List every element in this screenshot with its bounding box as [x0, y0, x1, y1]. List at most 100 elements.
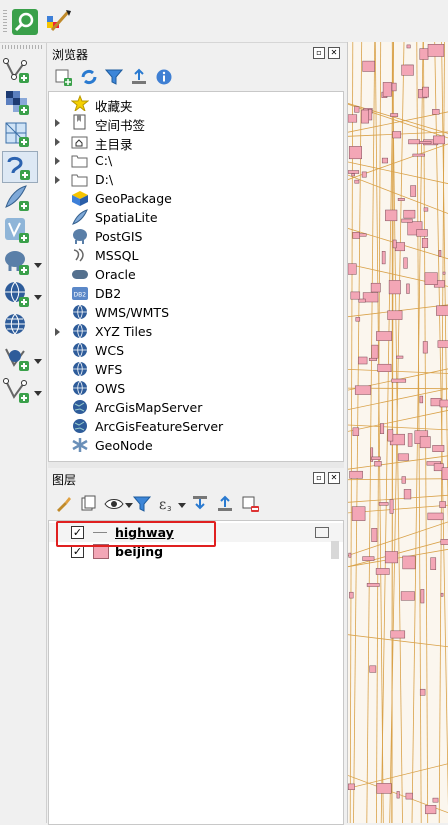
manage-visibility-icon[interactable] — [104, 494, 124, 514]
expand-arrow-icon[interactable] — [55, 176, 60, 184]
building-polygon — [443, 272, 445, 274]
road-line — [350, 42, 353, 823]
svg-text:3: 3 — [167, 505, 171, 513]
chevron-down-icon[interactable] — [34, 263, 42, 268]
building-polygon — [433, 445, 444, 451]
spatial-bookmark-icon — [71, 114, 89, 130]
globe-icon — [71, 304, 89, 320]
add-wfs-layer-icon[interactable] — [2, 311, 36, 341]
add-wcs-layer-icon[interactable] — [2, 343, 36, 373]
building-polygon — [413, 154, 425, 156]
add-delimited-text-layer-icon[interactable] — [2, 151, 38, 183]
layer-indicator-icon[interactable] — [315, 527, 329, 538]
browser-item[interactable]: OWS — [49, 379, 343, 398]
building-polygon — [349, 146, 362, 158]
building-polygon — [356, 317, 360, 321]
browser-item[interactable]: XYZ Tiles — [49, 322, 343, 341]
browser-item[interactable]: WFS — [49, 360, 343, 379]
building-polygon — [425, 805, 436, 814]
browser-item[interactable]: ArcGisMapServer — [49, 398, 343, 417]
layer-visibility-checkbox[interactable]: ✓ — [71, 526, 84, 539]
browser-item[interactable]: DB2DB2 — [49, 284, 343, 303]
browser-item-label: DB2 — [95, 286, 121, 301]
browser-item[interactable]: 主目录 — [49, 132, 343, 151]
chevron-down-icon[interactable] — [34, 391, 42, 396]
browser-item[interactable]: MSSQL — [49, 246, 343, 265]
building-polygon — [372, 345, 378, 358]
add-group-icon[interactable] — [79, 494, 99, 514]
float-panel-button[interactable]: ▫ — [313, 472, 325, 484]
add-virtual-layer-icon[interactable] — [2, 215, 36, 245]
building-polygon — [440, 502, 446, 508]
expand-all-icon[interactable] — [190, 494, 210, 514]
browser-item[interactable]: PostGIS — [49, 227, 343, 246]
collapse-all-icon[interactable] — [129, 67, 149, 87]
close-panel-button[interactable]: ✕ — [328, 47, 340, 59]
building-polygon — [378, 364, 391, 372]
building-polygon — [385, 210, 397, 221]
building-polygon — [407, 45, 410, 48]
building-polygon — [421, 589, 424, 603]
chevron-down-icon[interactable] — [34, 295, 42, 300]
expand-arrow-icon[interactable] — [55, 157, 60, 165]
building-polygon — [420, 49, 428, 60]
scrollbar-thumb[interactable] — [331, 541, 339, 559]
building-polygon — [441, 593, 443, 596]
browser-item[interactable]: WCS — [49, 341, 343, 360]
browser-item[interactable]: SpatiaLite — [49, 208, 343, 227]
add-postgis-layer-icon[interactable] — [2, 247, 36, 277]
browser-item[interactable]: Oracle — [49, 265, 343, 284]
add-mesh-layer-icon[interactable] — [2, 119, 36, 149]
layer-row-highway[interactable]: ✓ highway — [49, 523, 343, 542]
float-panel-button[interactable]: ▫ — [313, 47, 325, 59]
add-raster-layer-icon[interactable] — [2, 87, 36, 117]
browser-item[interactable]: 收藏夹 — [49, 94, 343, 113]
chevron-down-icon[interactable] — [178, 503, 186, 508]
expand-arrow-icon[interactable] — [55, 138, 60, 146]
open-layer-styling-icon[interactable] — [54, 494, 74, 514]
collapse-all-icon[interactable] — [215, 494, 235, 514]
browser-item-label: Oracle — [95, 267, 136, 282]
filter-icon[interactable] — [104, 67, 124, 87]
browser-item[interactable]: C:\ — [49, 151, 343, 170]
expand-arrow-icon[interactable] — [55, 328, 60, 336]
add-selected-layers-icon[interactable] — [54, 67, 74, 87]
chevron-down-icon[interactable] — [34, 359, 42, 364]
expand-arrow-icon[interactable] — [55, 119, 60, 127]
building-polygon — [392, 83, 396, 91]
browser-item[interactable]: D:\ — [49, 170, 343, 189]
info-icon[interactable] — [154, 67, 174, 87]
add-spatialite-layer-icon[interactable] — [2, 183, 36, 213]
layer-row-beijing[interactable]: ✓ beijing — [49, 542, 343, 561]
building-polygon — [361, 110, 368, 123]
filter-expression-icon[interactable]: ε3 — [156, 494, 176, 514]
browser-item[interactable]: GeoNode — [49, 436, 343, 455]
toolbar-grip[interactable] — [3, 10, 7, 32]
building-polygon — [388, 311, 403, 320]
mssql-icon — [71, 247, 89, 263]
browser-item[interactable]: GeoPackage — [49, 189, 343, 208]
toolbar-grip[interactable] — [2, 45, 42, 49]
remove-layer-icon[interactable] — [240, 494, 260, 514]
browser-item-label: GeoNode — [95, 438, 153, 453]
map-canvas[interactable] — [347, 42, 448, 823]
building-polygon — [352, 507, 365, 521]
browser-item[interactable]: ArcGisFeatureServer — [49, 417, 343, 436]
building-polygon — [403, 556, 416, 569]
zoom-identify-icon[interactable] — [11, 8, 39, 36]
browser-item[interactable]: WMS/WMTS — [49, 303, 343, 322]
map-render — [348, 42, 448, 823]
add-vector-layer-icon[interactable] — [2, 55, 36, 85]
close-panel-button[interactable]: ✕ — [328, 472, 340, 484]
refresh-icon[interactable] — [79, 67, 99, 87]
add-arcgis-layer-icon[interactable] — [2, 375, 36, 405]
building-polygon — [371, 283, 380, 292]
add-wms-layer-icon[interactable] — [2, 279, 36, 309]
filter-legend-icon[interactable] — [132, 494, 152, 514]
building-polygon — [362, 172, 366, 177]
building-polygon — [348, 264, 356, 275]
browser-item[interactable]: 空间书签 — [49, 113, 343, 132]
layer-visibility-checkbox[interactable]: ✓ — [71, 545, 84, 558]
building-polygon — [441, 539, 448, 544]
style-manager-icon[interactable] — [44, 8, 72, 36]
